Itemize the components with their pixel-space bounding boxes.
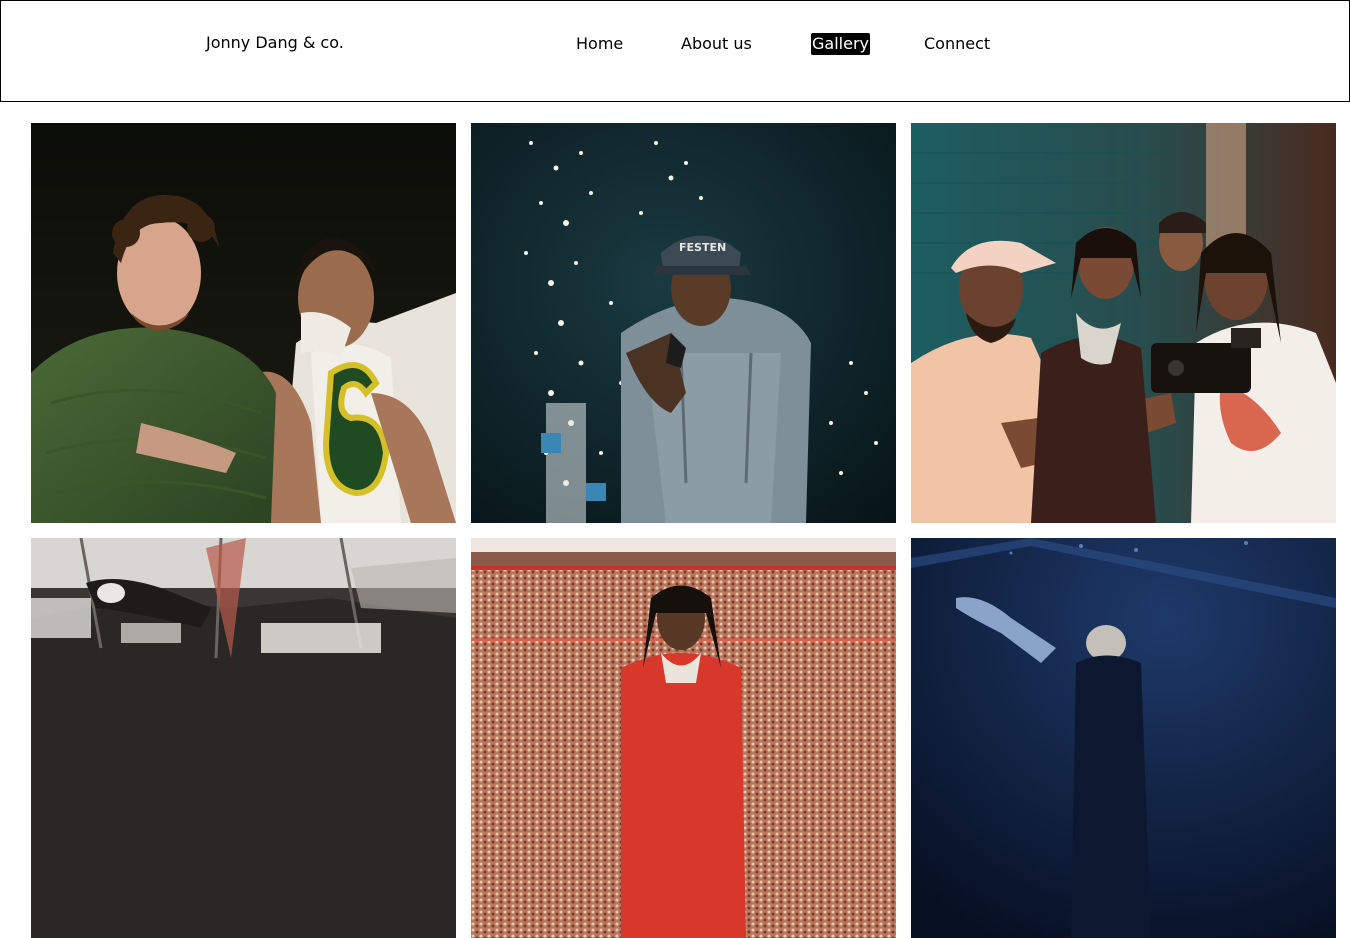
photo-arena-image [471,538,896,938]
nav-home-link[interactable]: Home [576,33,623,55]
gallery-photo-3[interactable] [911,123,1336,523]
photo-stage-performer-image: FESTEN [471,123,896,523]
gallery-photo-2[interactable]: FESTEN [471,123,896,523]
cap-text: FESTEN [679,241,726,254]
site-header: Jonny Dang & co. Home About us Gallery C… [0,0,1350,102]
brand-logo-link[interactable]: Jonny Dang & co. [206,33,344,52]
gallery-photo-5[interactable] [471,538,896,938]
gallery-photo-1[interactable] [31,123,456,523]
photo-camera-crew-image [911,123,1336,523]
nav-about-link[interactable]: About us [681,33,752,55]
photo-mirror-room-image [31,538,456,938]
photo-blue-stage-image [911,538,1336,938]
photo-two-men-image [31,123,456,523]
nav-connect-link[interactable]: Connect [924,33,990,55]
gallery-photo-4[interactable] [31,538,456,938]
nav-gallery-link[interactable]: Gallery [811,33,870,55]
gallery-photo-6[interactable] [911,538,1336,938]
